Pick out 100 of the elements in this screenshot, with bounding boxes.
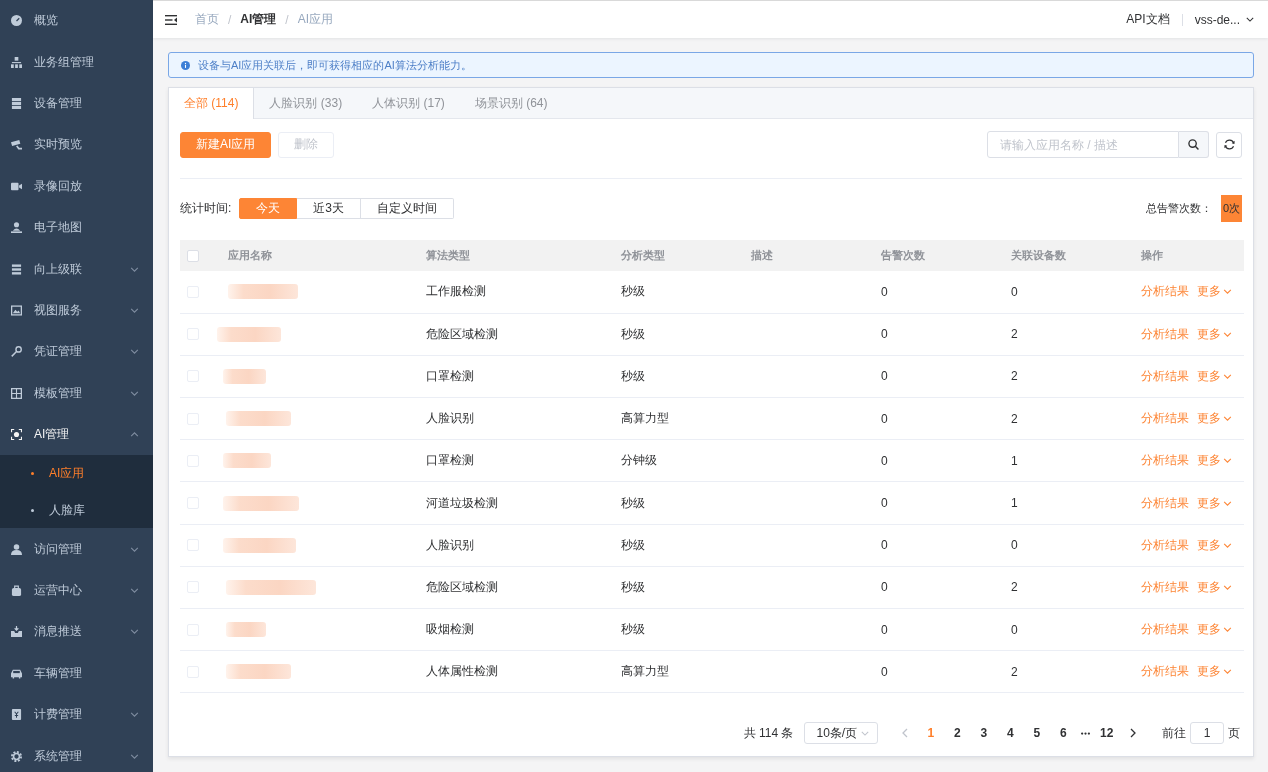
page-number-field[interactable]: 1 [1190,722,1224,744]
table-cell: 秒级 [609,566,739,609]
grid-icon [11,387,22,399]
table-cell: 秒级 [609,608,739,651]
bullet-icon [31,472,34,476]
bag-icon [11,585,22,597]
page-button[interactable]: 2 [944,722,971,744]
table-cell: 人体属性检测 [414,650,609,693]
table-cell: 人脸识别 [414,397,609,440]
table-cell: 2 [999,397,1129,440]
sidebar-item[interactable]: 实时预览 [0,124,153,166]
sidebar-item[interactable]: 车辆管理 [0,652,153,695]
redacted-name [223,368,266,384]
total-count: 共 114 条 [743,724,794,742]
sidebar-item[interactable]: 录像回放 [0,165,153,207]
more-icon[interactable] [1080,731,1090,735]
chevron-down-icon [1223,669,1232,675]
info-icon [181,60,190,70]
search-icon [1188,139,1199,150]
table-cell: 0 [999,524,1129,567]
table-cell: 口罩检测 [414,439,609,482]
sidebar-item[interactable]: 凭证管理 [0,331,153,373]
sidebar-subitem[interactable]: 人脸库 [0,491,153,529]
sidebar-item[interactable]: 模板管理 [0,372,153,414]
sidebar-item[interactable]: 设备管理 [0,82,153,125]
chevron-down-icon [1223,500,1232,506]
select-all-checkbox[interactable] [187,249,199,262]
breadcrumb-link[interactable]: AI管理 [240,11,277,28]
jump-label: 前往 [1162,724,1186,742]
table-cell: 0 [869,481,999,525]
time-range-option[interactable]: 近3天 [297,198,362,219]
sidebar-item[interactable]: 计费管理 [0,694,153,736]
table-cell: 0 [869,524,999,567]
image-icon [11,304,22,316]
user-location-icon [11,222,22,234]
chevron-down-icon [1223,458,1232,464]
bullet-icon [31,508,34,512]
redacted-name [217,326,281,342]
sidebar-item[interactable]: 视图服务 [0,289,153,332]
page-button[interactable]: 4 [997,722,1024,744]
total-alarms-label: 总告警次数： [1145,201,1212,216]
api-docs-link[interactable]: API文档 [1126,11,1170,28]
table-cell: 2 [999,355,1129,398]
sidebar-item[interactable]: 访问管理 [0,528,153,570]
breadcrumb-item: 首页 [195,11,219,28]
redacted-name [226,664,291,680]
sidebar-item[interactable]: 概览 [0,0,153,42]
sidebar-item[interactable]: 业务组管理 [0,41,153,83]
chevron-down-icon [1223,416,1232,422]
server-icon [11,97,22,109]
table-cell: 秒级 [609,355,739,398]
sidebar-item[interactable]: 系统管理 [0,735,153,772]
table-cell: 危险区域检测 [414,313,609,356]
page-button[interactable]: 6 [1050,722,1077,744]
table-cell: 危险区域检测 [414,566,609,609]
inbox-icon [11,626,22,638]
page-button[interactable]: 5 [1023,722,1050,744]
page-button[interactable]: 3 [970,722,997,744]
table-cell: 工作服检测 [414,271,609,314]
chevron-down-icon [1223,627,1232,633]
menu-icon[interactable] [165,14,177,25]
sidebar-item[interactable]: 消息推送 [0,611,153,653]
table-cell: 0 [999,608,1129,651]
table-cell: 1 [999,481,1129,525]
table-cell: 0 [869,271,999,314]
refresh-button[interactable] [1216,131,1242,158]
table-cell: 秒级 [609,524,739,567]
sidebar-item[interactable]: 运营中心 [0,569,153,612]
table-cell: 2 [999,566,1129,609]
chevron-down-icon [860,730,869,736]
table-cell: 0 [869,608,999,651]
page-button[interactable]: 12 [1093,722,1120,744]
sidebar-item[interactable]: 电子地图 [0,206,153,249]
search-button[interactable] [1179,131,1209,158]
column-header: 算法类型 [414,240,609,271]
video-camera-icon [11,180,22,192]
refresh-icon [1223,139,1235,150]
breadcrumb-item: AI应用 [297,11,334,28]
table-cell: 0 [869,313,999,356]
camera-icon [11,139,22,151]
column-header: 关联设备数 [999,240,1129,271]
table-cell: 1 [999,439,1129,482]
table-cell: 0 [869,397,999,440]
sidebar-item[interactable]: 向上级联 [0,248,153,290]
sidebar-subitem[interactable]: AI应用 [0,455,153,492]
table-cell: 秒级 [609,271,739,314]
breadcrumb-separator: / [228,12,232,27]
table-cell: 河道垃圾检测 [414,481,609,525]
page-size-select[interactable]: 10条/页 [803,722,878,744]
chevron-down-icon [1223,373,1232,379]
redacted-name [228,284,298,300]
time-range-option[interactable]: 自定义时间 [361,198,455,219]
sidebar-item[interactable]: AI管理 [0,413,153,456]
table-cell: 高算力型 [609,650,739,693]
chevron-right-icon [1130,728,1136,738]
search-field[interactable]: 请输入应用名称 / 描述 [987,131,1179,158]
redacted-name [226,411,291,427]
table-cell: 秒级 [609,313,739,356]
user-menu[interactable]: vss-de... [1194,12,1254,27]
table-cell: 0 [869,566,999,609]
